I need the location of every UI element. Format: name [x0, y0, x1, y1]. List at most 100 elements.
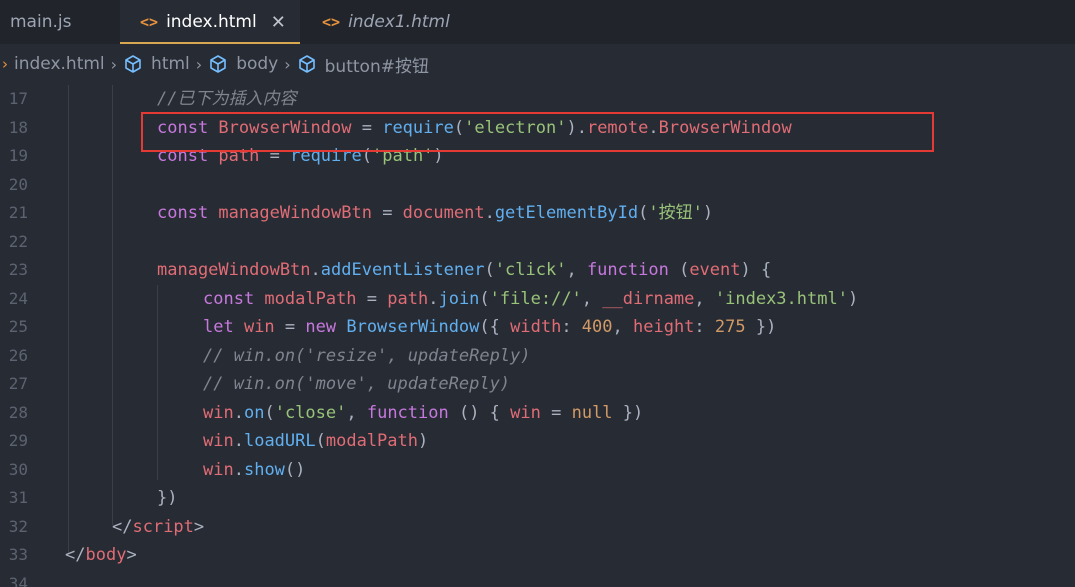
code-area[interactable]: 17 //已下为插入内容 18 const BrowserWindow = requi… — [0, 85, 1075, 587]
code-text: const path = require('path') — [157, 142, 444, 171]
code-line[interactable]: 24 const modalPath = path.join('file://',… — [0, 285, 1075, 314]
code-line[interactable]: 17 //已下为插入内容 — [0, 85, 1075, 114]
breadcrumb-html[interactable]: html — [123, 54, 190, 74]
code-token: BrowserWindow — [346, 317, 480, 337]
code-line[interactable]: 30 win.show() — [0, 456, 1075, 485]
code-line[interactable]: 29 win.loadURL(modalPath) — [0, 427, 1075, 456]
code-token: = — [371, 203, 403, 223]
code-token: = — [540, 402, 572, 423]
code-token: > — [126, 545, 137, 565]
code-token: > — [193, 516, 205, 537]
tab-main-js[interactable]: main.js — [0, 0, 120, 44]
code-token: = — [356, 288, 388, 309]
code-token: const — [157, 203, 219, 223]
code-line[interactable]: 32 </script> — [0, 513, 1075, 542]
code-token: manageWindowBtn — [218, 203, 372, 223]
code-text: // win.on('move', updateReply) — [203, 370, 510, 399]
line-number: 27 — [8, 374, 28, 393]
line-number: 31 — [8, 488, 28, 507]
breadcrumb-body[interactable]: body — [208, 54, 278, 74]
line-number: 33 — [8, 545, 28, 564]
code-token: ( — [315, 431, 326, 451]
code-line[interactable]: 28 win.on('close', function () { win = nu… — [0, 399, 1075, 428]
code-token: ( — [361, 146, 372, 166]
code-line[interactable]: 20 — [0, 171, 1075, 200]
breadcrumb-file[interactable]: index.html — [14, 54, 105, 74]
code-token: event — [689, 260, 741, 280]
code-line[interactable]: 22 — [0, 228, 1075, 257]
code-line[interactable]: 26 // win.on('resize', updateReply) — [0, 342, 1075, 371]
code-token: remote — [586, 117, 649, 138]
code-token: , — [346, 402, 367, 423]
code-token: win — [203, 402, 234, 423]
code-token: win — [510, 402, 541, 423]
code-text: win.show() — [203, 456, 305, 485]
line-number: 26 — [8, 345, 28, 365]
code-token: ) — [702, 203, 714, 223]
code-token: 'close' — [274, 402, 347, 423]
tab-label: index.html — [166, 12, 257, 32]
code-token: : — [561, 317, 582, 337]
tab-index1-html[interactable]: <> index1.html — [300, 0, 480, 44]
code-line[interactable]: 31}) — [0, 484, 1075, 513]
code-text: let win = new BrowserWindow({ width: 400… — [203, 313, 776, 342]
code-token: ) — [847, 288, 859, 309]
symbol-cube-icon — [125, 55, 141, 73]
code-text: const modalPath = path.join('file://', _… — [203, 285, 858, 314]
symbol-cube-icon — [298, 55, 315, 73]
code-token: join — [438, 288, 480, 309]
close-icon[interactable]: ✕ — [271, 12, 286, 33]
code-text: win.on('close', function () { win = null… — [203, 399, 643, 428]
code-line[interactable]: 21 const manageWindowBtn = document.getEl… — [0, 199, 1075, 228]
code-token: . — [310, 260, 321, 280]
tab-index-html[interactable]: <> index.html ✕ — [120, 0, 300, 44]
code-line[interactable]: 19 const path = require('path') — [0, 142, 1075, 171]
breadcrumb-button[interactable]: button#按钮 — [297, 52, 429, 77]
code-token: ). — [566, 117, 587, 138]
line-number: 18 — [8, 117, 28, 137]
chevron-right-icon: › — [2, 55, 8, 73]
code-text: //已下为插入内容 — [157, 85, 296, 114]
code-token: . — [484, 203, 495, 223]
html-file-icon: <> — [322, 13, 341, 31]
code-token: path — [218, 146, 260, 166]
code-text: // win.on('resize', updateReply) — [203, 342, 531, 371]
code-token: loadURL — [243, 431, 316, 451]
code-line[interactable]: 33 </body> — [0, 541, 1075, 570]
code-text: }) — [157, 484, 177, 513]
code-line[interactable]: 34 — [0, 570, 1075, 587]
code-token: let — [203, 317, 244, 337]
code-token: ( — [484, 260, 495, 280]
code-line[interactable]: 25 let win = new BrowserWindow({ width: 4… — [0, 313, 1075, 342]
code-token: : — [694, 317, 715, 337]
code-token: win — [243, 317, 275, 337]
code-token: () { — [458, 402, 511, 423]
breadcrumb: › index.html › html › body › button#按钮 — [0, 44, 1075, 84]
line-number: 22 — [8, 231, 28, 251]
code-token: require — [290, 146, 362, 166]
code-line[interactable]: 18 const BrowserWindow = require('electro… — [0, 114, 1075, 143]
code-line[interactable]: 23 manageWindowBtn.addEventListener('clic… — [0, 256, 1075, 285]
line-number: 32 — [8, 516, 28, 536]
code-token: manageWindowBtn — [157, 260, 311, 280]
line-number: 23 — [8, 260, 28, 279]
code-token: . — [648, 117, 659, 138]
code-token: </ — [112, 516, 133, 537]
line-number: 30 — [8, 459, 28, 479]
code-token: null — [571, 402, 613, 423]
code-token: . — [233, 459, 244, 480]
code-line[interactable]: 27 // win.on('move', updateReply) — [0, 370, 1075, 399]
code-token: . — [233, 402, 244, 423]
code-token: addEventListener — [320, 260, 485, 280]
code-token: 'click' — [494, 260, 567, 280]
line-number: 19 — [8, 146, 28, 165]
code-token: ( — [479, 288, 490, 309]
code-token: }) — [612, 402, 644, 423]
code-token: 400 — [581, 317, 613, 337]
code-token: ) — [418, 431, 429, 451]
code-token: , — [694, 288, 715, 309]
code-text: win.loadURL(modalPath) — [203, 427, 428, 456]
code-token: path — [387, 288, 429, 309]
code-token: modalPath — [325, 431, 418, 451]
html-file-icon: <> — [140, 13, 159, 31]
